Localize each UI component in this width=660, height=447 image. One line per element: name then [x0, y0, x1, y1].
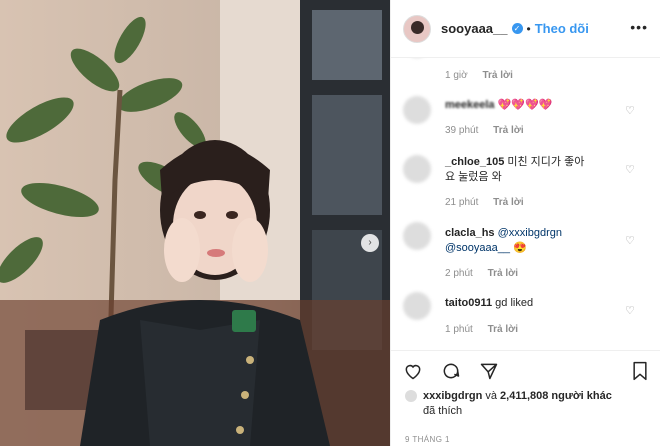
avatar[interactable] [403, 222, 431, 250]
post-date[interactable]: 9 THÁNG 1 [405, 435, 450, 444]
comment-username[interactable]: meekeela [445, 99, 495, 111]
reply-button[interactable]: Trả lời [488, 324, 518, 335]
likes-conjunction: và [485, 390, 497, 402]
heart-icon[interactable]: ♡ [625, 236, 635, 247]
likes-summary: xxxibgdrgn và 2,411,808 người khác đã th… [405, 389, 645, 419]
comment-time: 1 phút [445, 324, 473, 335]
comment-username[interactable]: clacla_hs [445, 227, 495, 239]
avatar[interactable] [405, 390, 417, 403]
avatar[interactable] [403, 14, 431, 43]
comment-meta: 21 phút Trả lời [445, 197, 536, 208]
comment-time: 39 phút [445, 125, 479, 136]
comment-meta: 39 phút Trả lời [445, 125, 536, 136]
comment-text: clacla_hs @xxxibgdrgn @sooyaaa__ 😍 [445, 226, 595, 256]
comment-body: 💖💖💖💖 [497, 99, 553, 111]
comment-text: meekeela 💖💖💖💖 [445, 98, 625, 113]
post-photo: › [0, 0, 390, 446]
heart-icon[interactable]: ♡ [625, 106, 635, 117]
reply-button[interactable]: Trả lời [493, 125, 523, 136]
likes-suffix: đã thích [423, 405, 463, 417]
mention-link[interactable]: @sooyaaa__ [445, 242, 510, 254]
comment-icon[interactable] [441, 361, 461, 386]
comment-body: gd liked [495, 297, 534, 309]
verified-badge-icon: ✓ [511, 23, 523, 34]
avatar[interactable] [403, 155, 431, 183]
comment-meta: 2 phút Trả lời [445, 268, 530, 279]
post-header: sooyaaa__ ✓ • Theo dõi ••• [391, 0, 660, 58]
post-author-username[interactable]: sooyaaa__ [441, 21, 508, 36]
photo-illustration [0, 0, 390, 446]
post-side-panel: sooyaaa__ ✓ • Theo dõi ••• 1 giờ Trả lời… [390, 0, 660, 446]
avatar[interactable] [403, 96, 431, 124]
heart-icon[interactable]: ♡ [625, 306, 635, 317]
reply-button[interactable]: Trả lời [488, 268, 518, 279]
comments-list[interactable]: 1 giờ Trả lời meekeela 💖💖💖💖 ♡ 39 phút Tr… [391, 58, 660, 350]
comment-meta: 1 giờ Trả lời [445, 70, 525, 81]
comment-username[interactable]: _chloe_105 [445, 156, 504, 168]
likes-count-link[interactable]: 2,411,808 người khác [500, 390, 612, 402]
action-icons [403, 361, 499, 386]
heart-icon[interactable]: ♡ [625, 165, 635, 176]
more-options-icon[interactable]: ••• [630, 20, 648, 34]
comment-text: taito0911 gd liked [445, 296, 625, 311]
share-icon[interactable] [479, 361, 499, 386]
reply-button[interactable]: Trả lời [482, 70, 512, 81]
separator-dot: • [526, 21, 531, 36]
comment-meta: 1 phút Trả lời [445, 324, 530, 335]
bookmark-icon[interactable] [631, 361, 649, 386]
first-liker-username[interactable]: xxxibgdrgn [423, 390, 482, 402]
next-photo-icon[interactable]: › [361, 234, 379, 252]
comment-username[interactable]: taito0911 [445, 297, 492, 309]
comment-time: 2 phút [445, 268, 473, 279]
comment-text: _chloe_105 미친 지디가 좋아요 눌렀음 와 [445, 155, 585, 185]
heart-icon[interactable] [403, 361, 423, 386]
comment-time: 21 phút [445, 197, 479, 208]
post-actions: xxxibgdrgn và 2,411,808 người khác đã th… [391, 350, 660, 447]
avatar[interactable] [403, 292, 431, 320]
follow-button[interactable]: Theo dõi [535, 21, 589, 36]
comment-time: 1 giờ [445, 70, 468, 81]
mention-link[interactable]: @xxxibgdrgn [498, 227, 562, 239]
reply-button[interactable]: Trả lời [493, 197, 523, 208]
comment-emoji: 😍 [513, 242, 527, 254]
